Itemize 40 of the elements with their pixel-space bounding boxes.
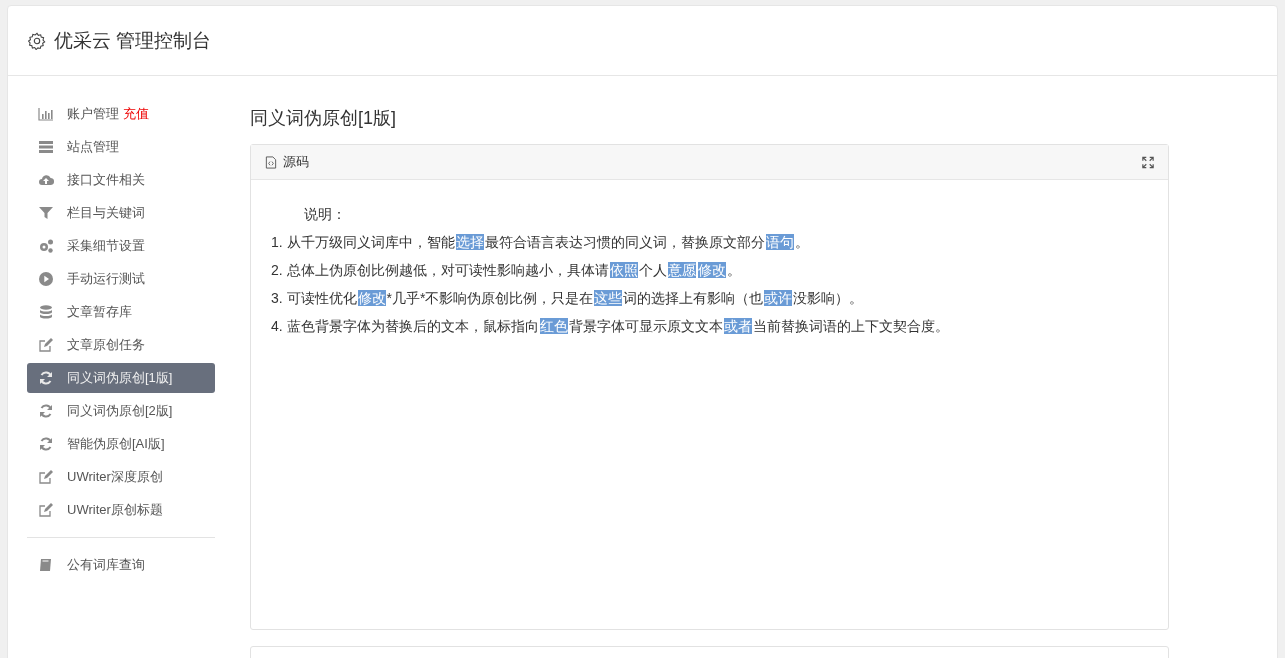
sidebar-item[interactable]: 文章原创任务 xyxy=(27,330,215,360)
filter-icon xyxy=(38,205,54,221)
page-title: 同义词伪原创[1版] xyxy=(250,107,397,130)
panel-title: 源码 xyxy=(283,153,310,171)
database-icon xyxy=(38,304,54,320)
note-line: 4. 蓝色背景字体为替换后的文本，鼠标指向 红色背景字体可显示原文文本或者当前替换词语的上下文契合度。 xyxy=(271,317,950,336)
cogs-icon xyxy=(38,238,54,254)
sidebar-item[interactable]: 采集细节设置 xyxy=(27,231,215,261)
sidebar-item[interactable]: 栏目与关键词 xyxy=(27,198,215,228)
sidebar-item[interactable]: UWriter原创标题 xyxy=(27,495,215,525)
sidebar-item[interactable]: 智能伪原创[AI版] xyxy=(27,429,215,459)
upload-icon xyxy=(38,172,54,188)
note-line: 3. 可读性优化修改*几乎*不影响伪原创比例，只是在这些词的选择上有影响（也或许没影响）。 xyxy=(271,289,865,308)
server-icon xyxy=(38,139,54,155)
sidebar-item[interactable]: UWriter深度原创 xyxy=(27,462,215,492)
book-icon xyxy=(38,557,54,573)
sync-icon xyxy=(38,436,54,452)
app-title: 优采云 管理控制台 xyxy=(54,28,212,53)
fullscreen-icon[interactable] xyxy=(1142,155,1154,169)
code-file-icon xyxy=(265,155,277,169)
sidebar-item[interactable]: 接口文件相关 xyxy=(27,165,215,195)
sidebar-item[interactable]: 站点管理 xyxy=(27,132,215,162)
recharge-link[interactable]: 充值 xyxy=(123,105,149,123)
settings-icon xyxy=(28,31,46,50)
edit-icon xyxy=(38,502,54,518)
sidebar-item[interactable]: 手动运行测试 xyxy=(27,264,215,294)
sidebar-item[interactable]: 账户管理 充值 xyxy=(27,99,215,129)
sidebar-item[interactable]: 同义词伪原创[2版] xyxy=(27,396,215,426)
play-icon xyxy=(38,271,54,287)
edit-icon xyxy=(38,337,54,353)
chart-icon xyxy=(38,106,54,122)
sidebar-item[interactable]: 公有词库查询 xyxy=(27,550,215,580)
notes-heading: 说明： xyxy=(303,205,347,224)
sync-icon xyxy=(38,403,54,419)
sync-icon xyxy=(38,370,54,386)
note-line: 2. 总体上伪原创比例越低，对可读性影响越小，具体请依照个人意愿修改。 xyxy=(271,261,742,280)
sidebar-item[interactable]: 同义词伪原创[1版] xyxy=(27,363,215,393)
edit-icon xyxy=(38,469,54,485)
note-line: 1. 从千万级同义词库中，智能选择最符合语言表达习惯的同义词，替换原文部分语句。 xyxy=(271,233,810,252)
sidebar-item[interactable]: 文章暂存库 xyxy=(27,297,215,327)
